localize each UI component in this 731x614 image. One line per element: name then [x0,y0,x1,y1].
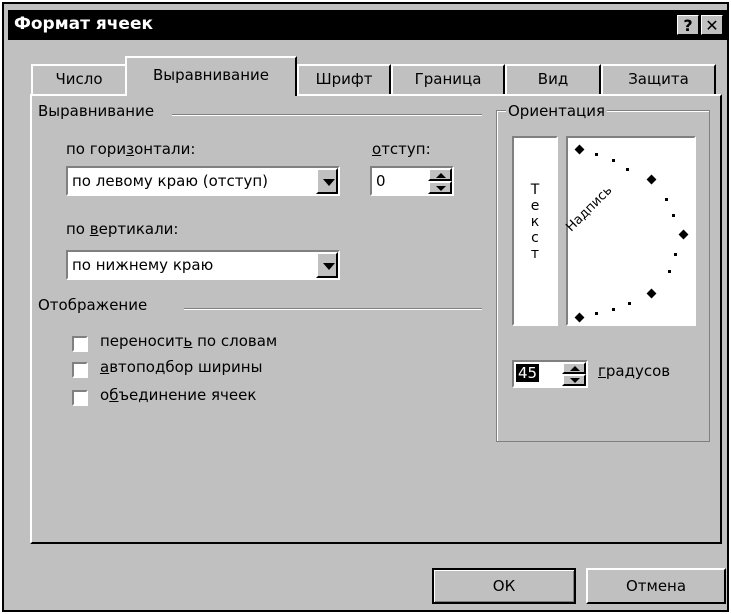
spin-up-icon [436,173,446,178]
orientation-dial[interactable]: Надпись [563,136,696,326]
indent-down-button[interactable] [428,181,452,194]
vertical-text-char: Т [530,182,540,198]
dial-marker-45 [646,174,657,185]
merge-cells-label[interactable]: объединение ячеек [100,386,256,404]
wrap-text-checkbox[interactable] [72,336,88,352]
indent-stepper[interactable]: 0 [370,166,454,196]
chevron-down-icon[interactable] [316,252,338,278]
indent-label: отступ: [372,140,431,158]
dial-dot [595,312,598,315]
degrees-label: градусов [598,362,671,380]
dial-text: Надпись [563,183,616,235]
indent-value: 0 [376,172,386,190]
shrink-to-fit-checkbox[interactable] [72,362,88,378]
dial-marker-minus45 [646,288,657,299]
indent-up-button[interactable] [428,168,452,181]
tab-protection[interactable]: Защита [601,64,716,94]
vertical-text-box[interactable]: Т е к с т [512,136,558,326]
degrees-stepper[interactable]: 45 [512,360,588,388]
dial-dot [626,168,629,171]
help-button[interactable]: ? [677,15,699,35]
chevron-down-icon[interactable] [316,168,338,194]
vertical-text: Т е к с т [514,182,556,262]
alignment-divider [172,114,482,116]
ok-button[interactable]: ОК [432,568,576,604]
vertical-label: по вертикали: [66,220,179,238]
horizontal-select[interactable]: по левому краю (отступ) [66,166,340,196]
vertical-select[interactable]: по нижнему краю [66,250,340,280]
degrees-down-button[interactable] [562,374,586,386]
dial-dot [595,153,598,156]
display-group-label: Отображение [38,296,148,314]
spin-down-icon [436,186,446,191]
horizontal-label: по горизонтали: [66,140,196,158]
dial-dot [612,159,615,162]
wrap-text-label[interactable]: переносить по словам [100,332,277,350]
tab-patterns[interactable]: Вид [505,64,601,94]
format-cells-dialog: Формат ячеек ? ✕ Число Выравнивание Шриф… [2,2,729,612]
vertical-text-char: т [530,246,540,262]
dial-dot [668,270,671,273]
dial-dot [674,253,677,256]
shrink-to-fit-label[interactable]: автоподбор ширины [100,358,262,376]
display-divider [184,308,482,310]
vertical-select-value: по нижнему краю [72,256,214,274]
dial-marker-0 [678,229,689,240]
horizontal-select-value: по левому краю (отступ) [72,172,269,190]
merge-cells-checkbox[interactable] [72,390,88,406]
dial-marker-top [574,144,585,155]
tab-border[interactable]: Граница [391,64,505,94]
alignment-group-label: Выравнивание [38,102,155,120]
spin-up-icon [570,366,580,371]
tab-number[interactable]: Число [31,64,127,94]
dial-dot [672,214,675,217]
degrees-up-button[interactable] [562,362,586,374]
tab-font[interactable]: Шрифт [297,64,391,94]
tab-alignment[interactable]: Выравнивание [125,56,297,96]
title-bar[interactable]: Формат ячеек ? ✕ [8,10,727,40]
degrees-value: 45 [516,364,540,382]
dialog-title: Формат ячеек [14,14,154,34]
vertical-text-char: к [530,214,540,230]
dial-dot [665,198,668,201]
orientation-group-label: Ориентация [506,102,608,120]
spin-down-icon [570,378,580,383]
dial-dot [628,302,631,305]
dial-dot [612,308,615,311]
close-button[interactable]: ✕ [701,15,723,35]
vertical-text-char: е [530,198,540,214]
cancel-button[interactable]: Отмена [586,568,726,604]
vertical-text-char: с [531,230,539,246]
dial-marker-bottom [574,312,585,323]
